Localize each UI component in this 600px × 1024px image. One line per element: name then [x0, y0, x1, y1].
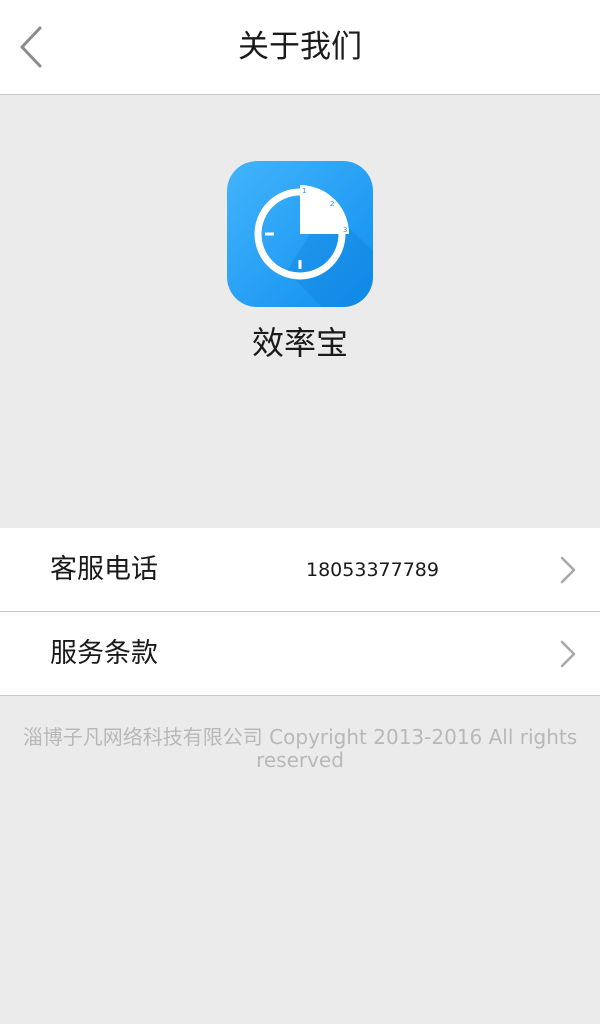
app-name: 效率宝	[251, 324, 348, 362]
svg-text:3: 3	[343, 226, 347, 234]
chevron-right-icon	[560, 556, 576, 584]
row-label: 服务条款	[50, 638, 158, 669]
row-label: 客服电话	[50, 554, 158, 585]
customer-service-phone-row[interactable]: 客服电话 18053377789	[0, 528, 600, 612]
svg-text:1: 1	[302, 187, 306, 195]
svg-text:2: 2	[330, 200, 334, 208]
app-logo: 1 2 3	[227, 161, 373, 307]
page-title: 关于我们	[238, 29, 362, 65]
top-bar: 关于我们	[0, 0, 600, 95]
clock-app-icon: 1 2 3	[227, 161, 373, 307]
phone-number: 18053377789	[306, 559, 439, 581]
terms-of-service-row[interactable]: 服务条款	[0, 612, 600, 696]
copyright-text: 淄博子凡网络科技有限公司 Copyright 2013-2016 All rig…	[22, 725, 578, 772]
chevron-right-icon	[560, 640, 576, 668]
